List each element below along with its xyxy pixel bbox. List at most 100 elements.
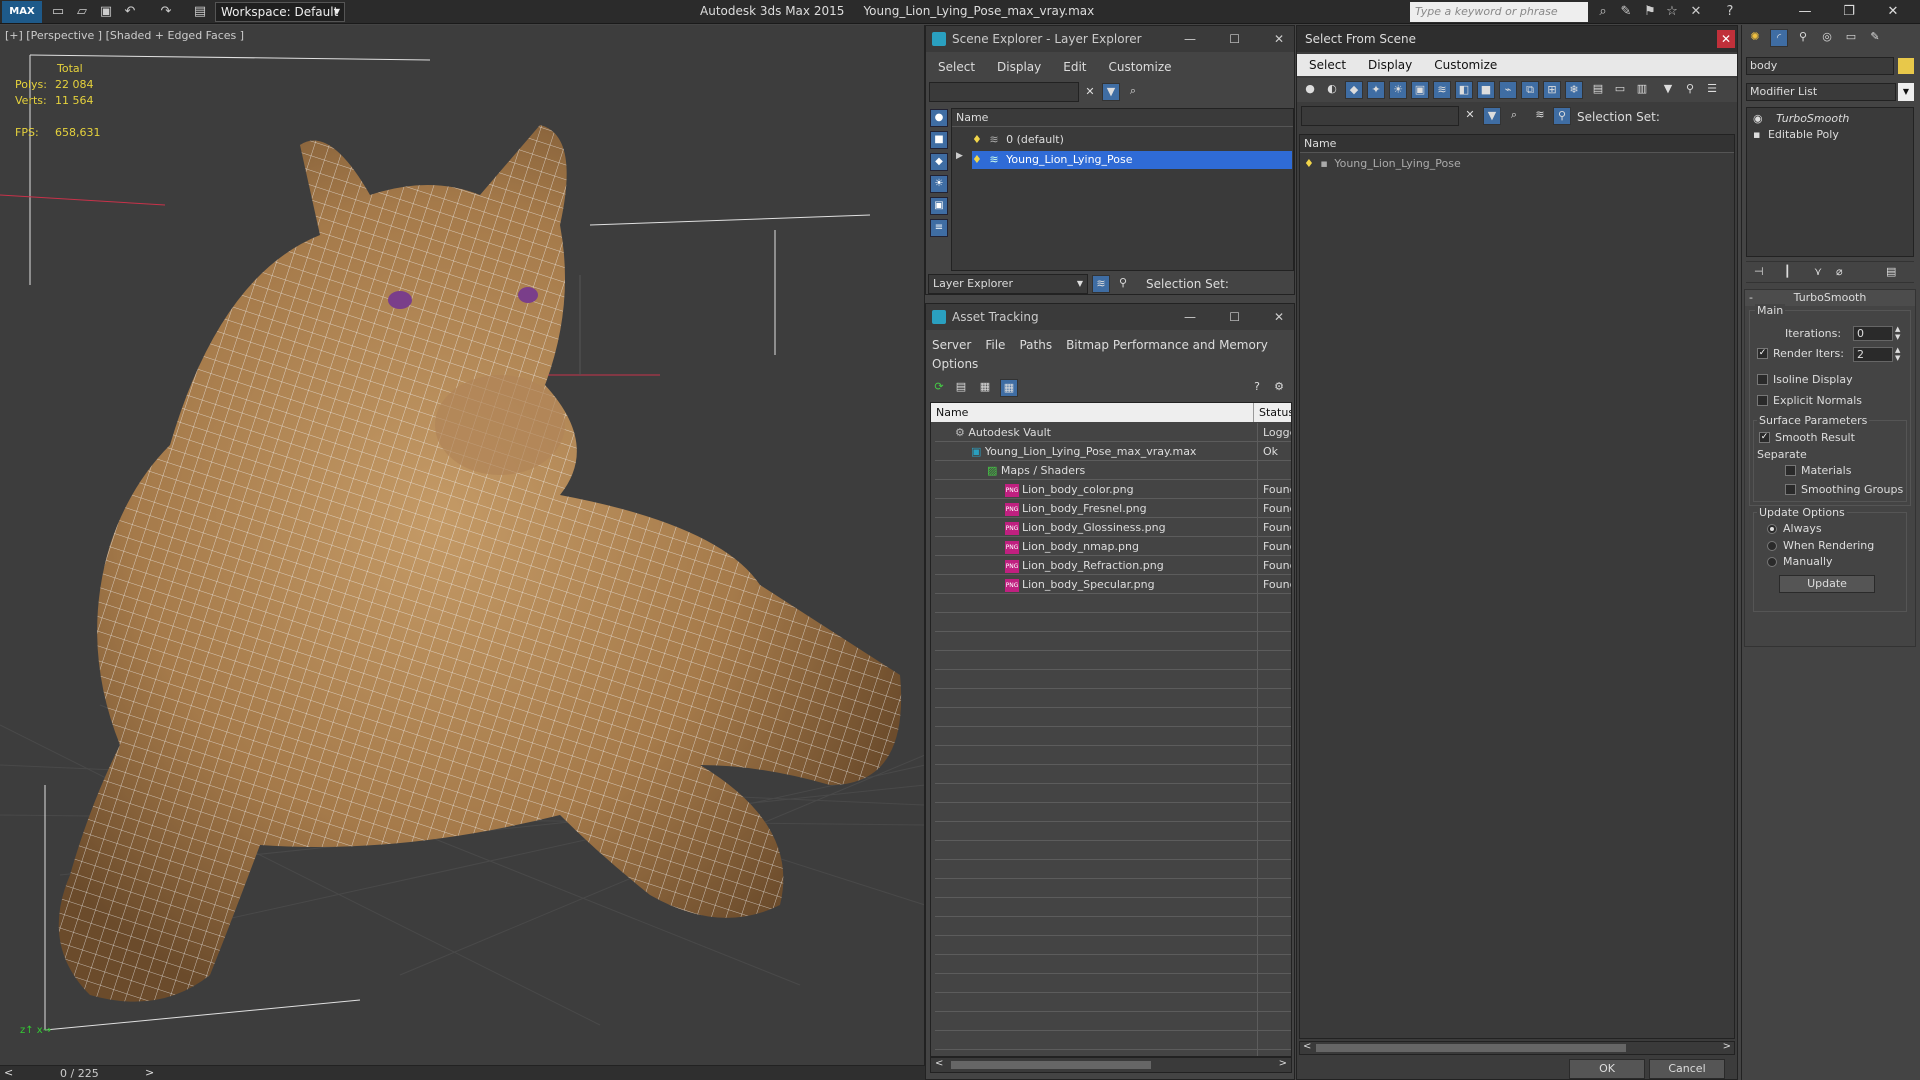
- select-invert-icon[interactable]: ▥: [1633, 81, 1651, 99]
- motion-tab-icon[interactable]: ◎: [1818, 29, 1836, 47]
- select-none-icon[interactable]: ▭: [1611, 81, 1629, 99]
- restore-icon[interactable]: ❐: [1834, 2, 1864, 22]
- expand-plus-icon[interactable]: ▪: [1753, 128, 1760, 141]
- minimize-icon[interactable]: —: [1790, 2, 1820, 22]
- close-x-icon[interactable]: ✕: [1688, 4, 1704, 20]
- lightbulb-icon[interactable]: ♦: [972, 133, 982, 146]
- materials-checkbox[interactable]: [1785, 465, 1796, 476]
- menu-edit[interactable]: Edit: [1063, 56, 1086, 78]
- col-header-status[interactable]: Status: [1259, 403, 1291, 422]
- horizontal-scrollbar[interactable]: < >: [1299, 1041, 1735, 1055]
- filter-icon[interactable]: ▼: [1102, 83, 1120, 101]
- chevron-left-icon[interactable]: <: [1303, 1041, 1311, 1052]
- help-icon[interactable]: ?: [1248, 379, 1266, 397]
- ok-button[interactable]: OK: [1569, 1059, 1645, 1079]
- object-name-field[interactable]: body: [1746, 57, 1894, 75]
- isoline-display-checkbox[interactable]: [1757, 374, 1768, 385]
- col-header-name[interactable]: Name: [1300, 135, 1734, 153]
- minimize-icon[interactable]: —: [1184, 304, 1196, 330]
- iterations-spinner[interactable]: 0: [1853, 326, 1893, 341]
- filter-toggle-icon[interactable]: ▼: [1483, 107, 1501, 125]
- display-containers-icon[interactable]: ⊞: [1543, 81, 1561, 99]
- layer-row[interactable]: ♦ ≋ 0 (default): [972, 131, 1292, 149]
- clear-x-icon[interactable]: ✕: [1461, 107, 1479, 125]
- close-icon[interactable]: ✕: [1274, 304, 1284, 330]
- maximize-icon[interactable]: ☐: [1229, 304, 1240, 330]
- display-objects-icon[interactable]: ●: [930, 109, 948, 127]
- scrollbar-thumb[interactable]: [951, 1061, 1151, 1069]
- cancel-button[interactable]: Cancel: [1649, 1059, 1725, 1079]
- asset-row[interactable]: PNGLion_body_Specular.png Found: [935, 575, 1291, 594]
- find-case-icon[interactable]: ⌕: [1505, 107, 1523, 125]
- chevron-left-icon[interactable]: <: [4, 1066, 13, 1079]
- menu-select[interactable]: Select: [1309, 54, 1346, 76]
- display-lights-icon[interactable]: ☀: [930, 175, 948, 193]
- manually-radio[interactable]: [1767, 557, 1777, 567]
- explorer-type-dropdown[interactable]: Layer Explorer ▼: [928, 274, 1088, 294]
- display-cameras-icon[interactable]: ▣: [1411, 81, 1429, 99]
- menu-paths[interactable]: Paths: [1019, 334, 1052, 356]
- close-icon[interactable]: ✕: [1274, 26, 1284, 52]
- hierarchy-tab-icon[interactable]: ⚲: [1794, 29, 1812, 47]
- update-button[interactable]: Update: [1779, 575, 1875, 593]
- menu-customize[interactable]: Customize: [1434, 54, 1497, 76]
- thumbnail-view-icon[interactable]: ▦: [976, 379, 994, 397]
- spinner-arrows-icon[interactable]: ▲ ▼: [1895, 346, 1900, 362]
- display-lights-icon[interactable]: ☀: [1389, 81, 1407, 99]
- remove-modifier-icon[interactable]: ⌀: [1836, 265, 1843, 278]
- display-none-icon[interactable]: ◐: [1323, 81, 1341, 99]
- display-shapes-icon[interactable]: ◆: [930, 153, 948, 171]
- menu-display[interactable]: Display: [997, 56, 1041, 78]
- asset-row[interactable]: PNGLion_body_Refraction.png Found: [935, 556, 1291, 575]
- make-unique-icon[interactable]: ⋎: [1814, 265, 1822, 278]
- clear-x-icon[interactable]: ✕: [1081, 84, 1099, 102]
- scene-explorer-search-input[interactable]: [929, 82, 1079, 102]
- display-geometry-icon[interactable]: ◆: [1345, 81, 1363, 99]
- star-icon[interactable]: ☆: [1664, 4, 1680, 20]
- save-file-icon[interactable]: ▣: [98, 4, 114, 20]
- display-geometry-icon[interactable]: ■: [930, 131, 948, 149]
- chevron-down-icon[interactable]: ▼: [1898, 83, 1914, 101]
- keyword-search-input[interactable]: Type a keyword or phrase: [1410, 2, 1588, 22]
- collapse-minus-icon[interactable]: -: [1749, 290, 1753, 306]
- list-view-icon[interactable]: ▤: [952, 379, 970, 397]
- menu-options[interactable]: Options: [932, 353, 978, 375]
- spinner-arrows-icon[interactable]: ▲ ▼: [1895, 325, 1900, 341]
- configure-sets-icon[interactable]: ▤: [1886, 265, 1896, 278]
- stack-item-turbosmooth[interactable]: ◉ TurboSmooth: [1753, 112, 1909, 126]
- stack-item-editable-poly[interactable]: ▪ Editable Poly: [1753, 128, 1909, 142]
- utilities-tab-icon[interactable]: ✎: [1866, 29, 1884, 47]
- help-icon[interactable]: ?: [1722, 4, 1738, 20]
- display-bones-icon[interactable]: ⧉: [1521, 81, 1539, 99]
- options-icon[interactable]: ⚙: [1270, 379, 1288, 397]
- chevron-left-icon[interactable]: <: [935, 1058, 943, 1069]
- undo-icon[interactable]: ↶: [122, 4, 138, 20]
- signin-icon[interactable]: ⚑: [1642, 4, 1658, 20]
- menu-select[interactable]: Select: [938, 56, 975, 78]
- tools-icon[interactable]: ✎: [1618, 4, 1634, 20]
- display-xrefs-icon[interactable]: ⌁: [1499, 81, 1517, 99]
- chevron-right-icon[interactable]: >: [1723, 1041, 1731, 1052]
- always-radio[interactable]: [1767, 524, 1777, 534]
- scene-explorer-titlebar[interactable]: Scene Explorer - Layer Explorer — ☐ ✕: [926, 26, 1294, 52]
- menu-customize[interactable]: Customize: [1109, 56, 1172, 78]
- chevron-right-icon[interactable]: >: [1279, 1058, 1287, 1069]
- chevron-right-icon[interactable]: >: [145, 1066, 154, 1079]
- lightbulb-icon[interactable]: ♦: [1304, 157, 1314, 170]
- display-groups-icon[interactable]: ■: [1477, 81, 1495, 99]
- scrollbar-thumb[interactable]: [1316, 1044, 1626, 1052]
- new-file-icon[interactable]: ▭: [50, 4, 66, 20]
- asset-row[interactable]: PNGLion_body_nmap.png Found: [935, 537, 1291, 556]
- display-tab-icon[interactable]: ▭: [1842, 29, 1860, 47]
- when-rendering-radio[interactable]: [1767, 541, 1777, 551]
- filter-icon[interactable]: ▼: [1659, 81, 1677, 99]
- app-logo-button[interactable]: MAX: [2, 1, 42, 23]
- select-search-input[interactable]: [1301, 106, 1459, 126]
- layer-icon[interactable]: ≋: [1531, 107, 1549, 125]
- close-icon[interactable]: ✕: [1717, 30, 1735, 48]
- workspace-dropdown[interactable]: Workspace: Default ▼: [215, 2, 345, 22]
- redo-icon[interactable]: ↷: [158, 4, 174, 20]
- columns-icon[interactable]: ☰: [1703, 81, 1721, 99]
- close-icon[interactable]: ✕: [1878, 2, 1908, 22]
- create-tab-icon[interactable]: ✺: [1746, 29, 1764, 47]
